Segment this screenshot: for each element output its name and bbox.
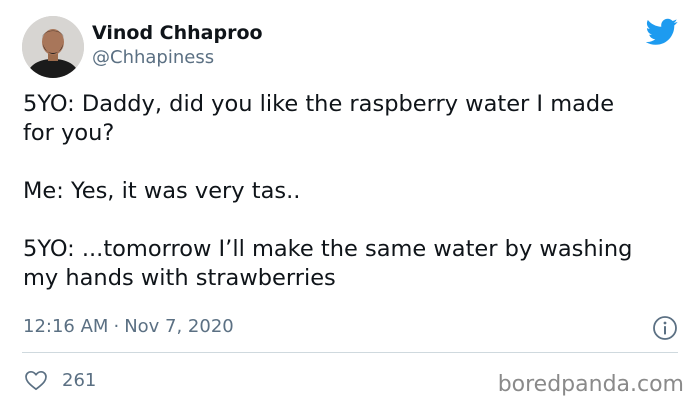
twitter-bird-icon[interactable]	[646, 18, 678, 46]
avatar-photo	[22, 16, 84, 78]
divider	[22, 352, 678, 353]
tweet-paragraph: 5YO: Daddy, did you like the raspberry w…	[23, 91, 615, 146]
like-count: 261	[62, 369, 97, 391]
tweet-text: 5YO: Daddy, did you like the raspberry w…	[23, 90, 688, 293]
tweet-time: 12:16 AM	[23, 316, 109, 337]
tweet-paragraph: Me: Yes, it was very tas..	[23, 178, 301, 204]
timestamp-separator: ·	[113, 316, 120, 337]
author-handle[interactable]: @Chhapiness	[92, 47, 214, 68]
avatar[interactable]	[22, 16, 84, 78]
watermark: boredpanda.com	[497, 372, 684, 397]
tweet-paragraph: 5YO: ...tomorrow I’ll make the same wate…	[23, 236, 633, 291]
tweet-timestamp[interactable]: 12:16 AM · Nov 7, 2020	[23, 316, 234, 337]
like-button[interactable]: 261	[24, 367, 96, 393]
tweet-date: Nov 7, 2020	[124, 316, 234, 337]
author-name[interactable]: Vinod Chhaproo	[92, 22, 263, 44]
heart-icon	[25, 370, 47, 391]
info-icon[interactable]	[652, 315, 678, 341]
